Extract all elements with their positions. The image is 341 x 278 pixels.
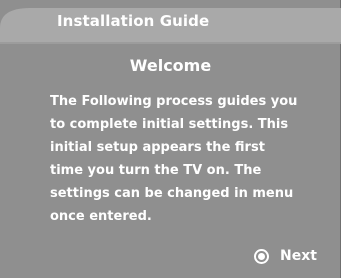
next-label: Next [280, 248, 317, 264]
message-line: time you turn the TV on. The [50, 163, 262, 178]
message-line: to complete initial settings. This [50, 117, 289, 132]
header-tab: Installation Guide [0, 0, 341, 44]
message-line: The Following process guides you [50, 94, 298, 109]
message-line: settings can be changed in menu [50, 186, 294, 201]
header-title: Installation Guide [57, 12, 210, 30]
message-line: once entered. [50, 209, 152, 224]
installation-guide-panel: Installation Guide Welcome The Following… [0, 0, 341, 278]
message-line: initial setup appears the first [50, 140, 265, 155]
radio-select-icon [254, 248, 269, 264]
next-button[interactable]: Next [254, 248, 317, 264]
welcome-message: The Following process guides you to comp… [50, 90, 335, 228]
welcome-title: Welcome [129, 56, 212, 75]
